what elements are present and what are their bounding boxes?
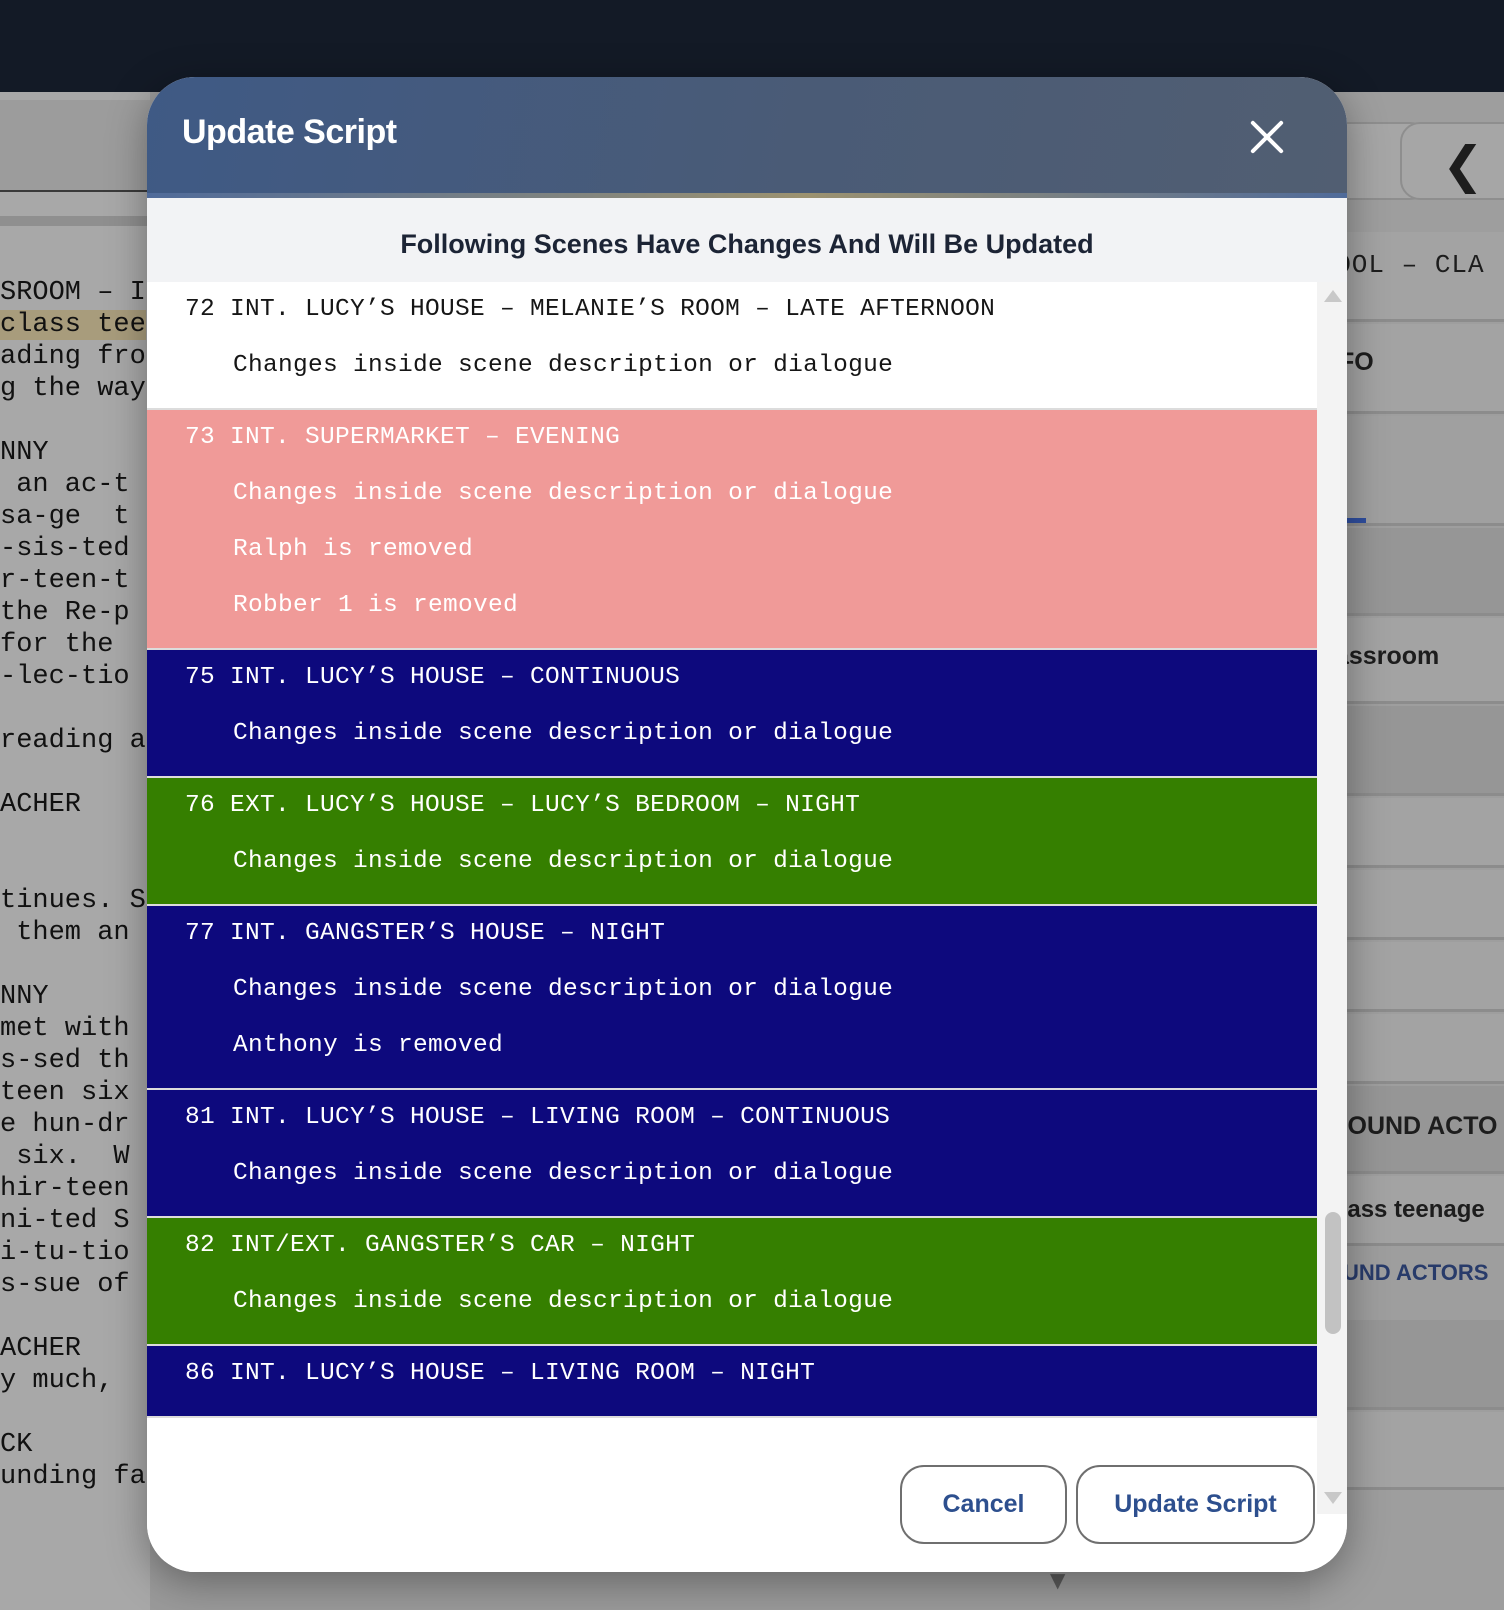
script-line: sa-ge t [0, 502, 130, 532]
scene-title: 82 INT/EXT. GANGSTER’S CAR – NIGHT [185, 1232, 696, 1259]
editor-toolbar-strip [0, 100, 150, 192]
scene-change-item: Ralph is removed [233, 536, 474, 563]
scene-row: 86 INT. LUCY’S HOUSE – LIVING ROOM – NIG… [147, 1346, 1317, 1418]
scene-change-item: Changes inside scene description or dial… [233, 352, 894, 379]
scene-change-item: Changes inside scene description or dial… [233, 480, 894, 507]
scroll-down-arrow-icon[interactable] [1324, 1492, 1342, 1504]
editor-divider [0, 216, 150, 226]
scene-title: 77 INT. GANGSTER’S HOUSE – NIGHT [185, 920, 666, 947]
script-line: reading a [0, 726, 146, 756]
scene-row: 75 INT. LUCY’S HOUSE – CONTINUOUS Changes… [147, 650, 1317, 778]
script-line: ACHER [0, 1334, 82, 1364]
collapse-panel-button: ❮ [1400, 122, 1504, 200]
script-line: i-tu-tio [0, 1238, 130, 1268]
modal-subtitle: Following Scenes Have Changes And Will B… [147, 198, 1347, 282]
script-line: six. W [0, 1142, 130, 1172]
script-line: for the [0, 630, 130, 660]
script-line: CK [0, 1430, 33, 1460]
script-line: class tee [0, 310, 146, 340]
scene-change-item: Robber 1 is removed [233, 592, 519, 619]
scene-title: 75 INT. LUCY’S HOUSE – CONTINUOUS [185, 664, 681, 691]
scrollbar-thumb[interactable] [1325, 1212, 1341, 1334]
scrollbar[interactable] [1317, 282, 1347, 1514]
scroll-up-arrow-icon[interactable] [1324, 290, 1342, 302]
close-icon[interactable] [1245, 115, 1289, 159]
script-line: SROOM – I [0, 278, 146, 308]
script-editor-background: SROOM – Iclass tee ading fro g the way NNY … [0, 92, 150, 1610]
scene-title: 86 INT. LUCY’S HOUSE – LIVING ROOM – NIG… [185, 1360, 816, 1387]
script-line: g the way [0, 374, 146, 404]
changed-scenes-list[interactable]: 72 INT. LUCY’S HOUSE – MELANIE’S ROOM – … [147, 282, 1317, 1514]
scene-change-item: Changes inside scene description or dial… [233, 1288, 894, 1315]
script-line: tinues. S [0, 886, 146, 916]
script-line: ading fro [0, 342, 146, 372]
scene-row: 82 INT/EXT. GANGSTER’S CAR – NIGHT Change… [147, 1218, 1317, 1346]
script-line: -sis-ted [0, 534, 130, 564]
script-line: them an [0, 918, 130, 948]
scene-change-item: Changes inside scene description or dial… [233, 976, 894, 1003]
modal-title: Update Script [182, 113, 397, 151]
script-line: ni-ted S [0, 1206, 130, 1236]
cancel-button[interactable]: Cancel [900, 1465, 1067, 1544]
scene-change-item: Changes inside scene description or dial… [233, 1160, 894, 1187]
script-line: teen six [0, 1078, 130, 1108]
scene-title: 76 EXT. LUCY’S HOUSE – LUCY’S BEDROOM – … [185, 792, 861, 819]
scene-row: 77 INT. GANGSTER’S HOUSE – NIGHT Changes … [147, 906, 1317, 1090]
script-line: ACHER [0, 790, 82, 820]
scene-row: 73 INT. SUPERMARKET – EVENING Changes ins… [147, 410, 1317, 650]
script-line: y much, [0, 1366, 114, 1396]
script-line: NNY [0, 438, 49, 468]
script-line: e hun-dr [0, 1110, 130, 1140]
script-line: r-teen-t [0, 566, 130, 596]
script-line: s-sed th [0, 1046, 130, 1076]
update-script-modal: Update Script Following Scenes Have Chan… [147, 77, 1347, 1572]
script-line: the Re-p [0, 598, 130, 628]
scene-row: 81 INT. LUCY’S HOUSE – LIVING ROOM – CON… [147, 1090, 1317, 1218]
scene-title: 73 INT. SUPERMARKET – EVENING [185, 424, 621, 451]
scene-title: 81 INT. LUCY’S HOUSE – LIVING ROOM – CON… [185, 1104, 891, 1131]
script-line: NNY [0, 982, 49, 1012]
modal-header: Update Script [147, 77, 1347, 198]
script-line: met with [0, 1014, 130, 1044]
script-line: s-sue of [0, 1270, 130, 1300]
script-line: unding fathers read [0, 1462, 150, 1492]
scene-change-item: Anthony is removed [233, 1032, 504, 1059]
script-line: -lec-tio [0, 662, 130, 692]
scene-row: 72 INT. LUCY’S HOUSE – MELANIE’S ROOM – … [147, 282, 1317, 410]
scene-change-item: Changes inside scene description or dial… [233, 720, 894, 747]
scene-change-item: Changes inside scene description or dial… [233, 848, 894, 875]
chevron-left-icon: ❮ [1442, 136, 1484, 194]
script-line: hir-teen [0, 1174, 130, 1204]
scene-title: 72 INT. LUCY’S HOUSE – MELANIE’S ROOM – … [185, 296, 996, 323]
scene-row: 76 EXT. LUCY’S HOUSE – LUCY’S BEDROOM – … [147, 778, 1317, 906]
update-script-button[interactable]: Update Script [1076, 1465, 1315, 1544]
script-line: an ac-t [0, 470, 130, 500]
